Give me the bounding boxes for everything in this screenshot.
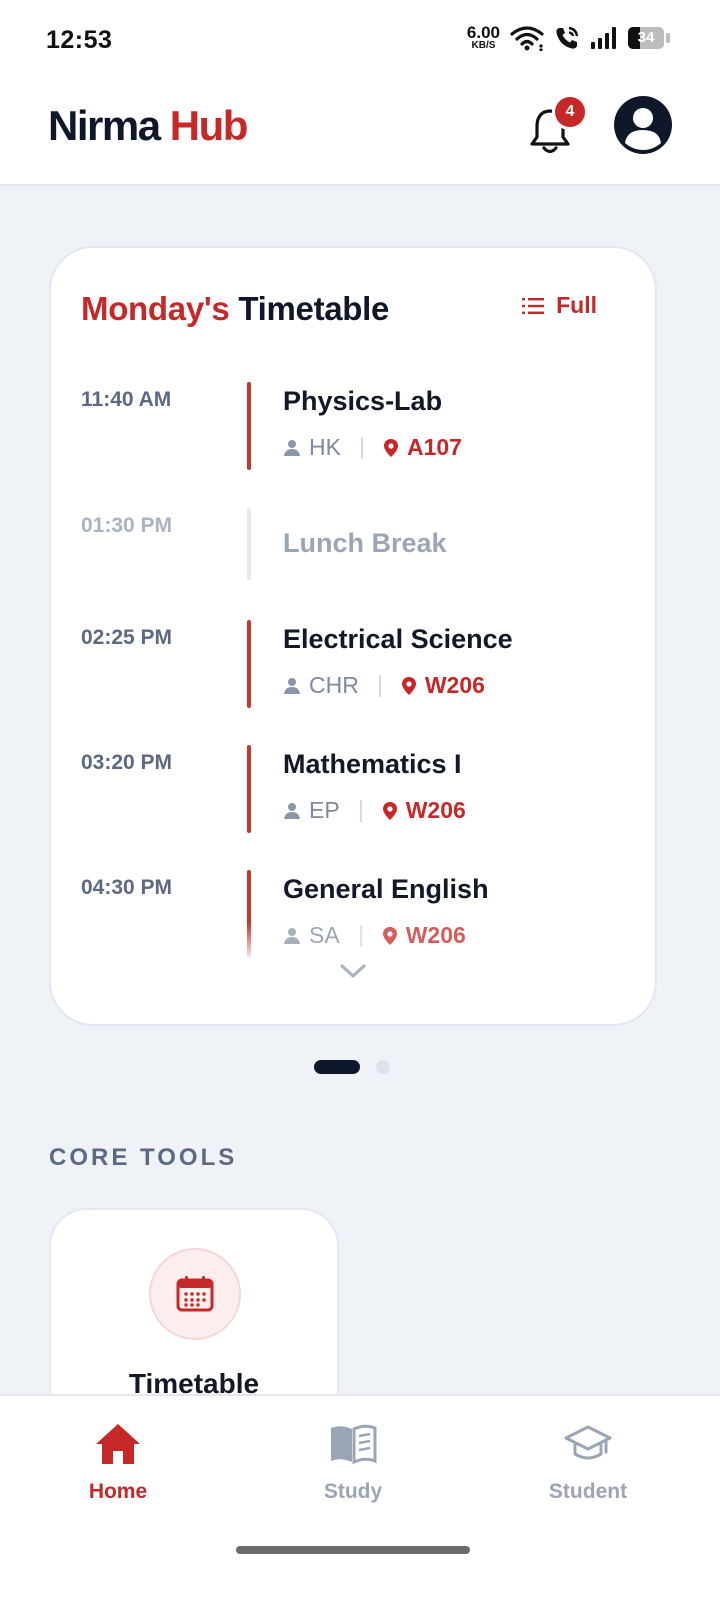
location-pin-icon	[382, 801, 397, 820]
graduation-cap-icon	[564, 1425, 612, 1460]
slot-accent-bar	[247, 620, 251, 708]
slot-room: W206	[405, 922, 466, 948]
slot-subject: Lunch Break	[283, 528, 447, 558]
slot-accent-bar	[247, 745, 251, 833]
battery-icon: 34	[628, 26, 670, 49]
battery-level: 34	[637, 28, 655, 46]
timetable-slot[interactable]: 04:30 PM General English SA W206	[51, 870, 655, 960]
slot-accent-bar	[247, 508, 251, 580]
full-timetable-button[interactable]: Full	[522, 292, 597, 319]
timetable-title-day: Monday's	[81, 290, 230, 327]
slot-subject: General English	[283, 874, 489, 904]
nav-label: Student	[548, 1480, 628, 1503]
notification-badge: 4	[552, 94, 588, 130]
timetable-slot[interactable]: 02:25 PM Electrical Science CHR W206	[51, 620, 655, 710]
timetable-slot[interactable]: 11:40 AM Physics-Lab HK A107	[51, 382, 655, 472]
slot-faculty: SA	[309, 922, 340, 948]
profile-avatar-button[interactable]	[614, 96, 672, 154]
timetable-slot[interactable]: 03:20 PM Mathematics I EP W206	[51, 745, 655, 835]
location-pin-icon	[401, 676, 416, 695]
book-icon	[331, 1424, 377, 1465]
status-bar: 12:53 6.00 KB/S 34	[0, 0, 720, 80]
location-pin-icon	[382, 926, 397, 945]
cellular-signal-icon	[591, 26, 616, 49]
person-icon	[284, 927, 300, 944]
network-speed: 6.00 KB/S	[467, 24, 500, 51]
slot-faculty: CHR	[309, 672, 359, 698]
slot-time: 03:20 PM	[81, 751, 173, 774]
person-icon	[284, 439, 300, 456]
slot-meta: EP W206	[283, 797, 466, 824]
carousel-pagination	[314, 1060, 390, 1074]
list-icon	[522, 297, 545, 314]
timetable-card[interactable]: Monday's Timetable Full 11:40 AM Physics…	[49, 246, 657, 1026]
nav-item-student[interactable]: Student	[508, 1422, 668, 1504]
slot-time: 11:40 AM	[81, 388, 172, 411]
timetable-slot-break: 01:30 PM Lunch Break	[51, 508, 655, 582]
notifications-button[interactable]: 4	[528, 94, 588, 154]
slot-faculty: EP	[309, 797, 340, 823]
nav-label: Study	[323, 1480, 383, 1503]
bottom-navigation: Home Study Student	[0, 1394, 720, 1602]
app-header: Nirma Hub 4	[0, 80, 720, 186]
location-pin-icon	[383, 438, 398, 457]
home-icon	[96, 1424, 140, 1464]
slot-subject: Mathematics I	[283, 749, 462, 779]
tool-icon-container	[149, 1248, 241, 1340]
slot-time: 01:30 PM	[81, 514, 173, 537]
slot-meta: CHR W206	[283, 672, 485, 699]
chevron-down-icon[interactable]	[339, 962, 367, 982]
slot-accent-bar	[247, 382, 251, 470]
slot-room: W206	[424, 672, 485, 698]
calendar-icon	[176, 1276, 214, 1312]
slot-time: 04:30 PM	[81, 876, 173, 899]
core-tools-heading: CORE TOOLS	[49, 1144, 238, 1171]
slot-room: W206	[405, 797, 466, 823]
slot-accent-bar	[247, 870, 251, 958]
wifi-calling-icon	[556, 26, 579, 49]
slot-room: A107	[406, 434, 462, 460]
user-icon	[625, 108, 661, 150]
nav-item-study[interactable]: Study	[273, 1422, 433, 1504]
slot-meta: SA W206	[283, 922, 466, 949]
slot-subject: Electrical Science	[283, 624, 513, 654]
timetable-title-text: Timetable	[238, 290, 390, 327]
slot-time: 02:25 PM	[81, 626, 173, 649]
nav-label: Home	[88, 1480, 148, 1503]
person-icon	[284, 677, 300, 694]
gesture-home-indicator[interactable]	[236, 1546, 470, 1554]
pagination-dot-active[interactable]	[314, 1060, 360, 1074]
slot-faculty: HK	[309, 434, 341, 460]
slot-subject: Physics-Lab	[283, 386, 443, 416]
pagination-dot[interactable]	[376, 1060, 390, 1074]
full-label: Full	[556, 292, 597, 318]
nav-item-home[interactable]: Home	[38, 1422, 198, 1504]
timetable-title: Monday's Timetable	[81, 290, 389, 328]
wifi-icon	[510, 25, 544, 51]
brand-name-part2: Hub	[169, 102, 249, 149]
network-speed-unit: KB/S	[471, 40, 496, 51]
slot-meta: HK A107	[283, 434, 462, 461]
status-icons: 6.00 KB/S 34	[467, 24, 670, 51]
app-logo: Nirma Hub	[48, 102, 249, 150]
network-speed-value: 6.00	[466, 23, 500, 42]
status-time: 12:53	[46, 26, 113, 54]
brand-name-part1: Nirma	[48, 102, 161, 149]
person-icon	[284, 802, 300, 819]
